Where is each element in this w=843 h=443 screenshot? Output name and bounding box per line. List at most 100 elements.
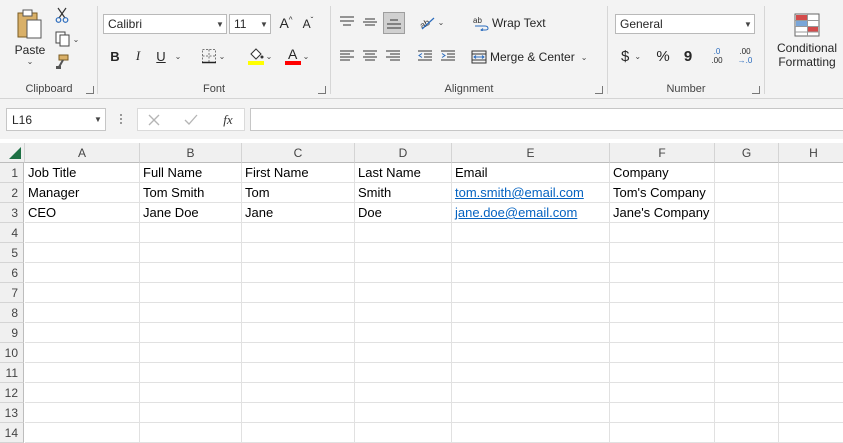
cell-b4[interactable] (140, 223, 242, 243)
cell-d7[interactable] (355, 283, 452, 303)
cell-a2[interactable]: Manager (25, 183, 140, 203)
cell-g11[interactable] (715, 363, 779, 383)
cell-c11[interactable] (242, 363, 355, 383)
cell-a11[interactable] (25, 363, 140, 383)
cell-d14[interactable] (355, 423, 452, 443)
cell-f7[interactable] (610, 283, 715, 303)
cell-c2[interactable]: Tom (242, 183, 355, 203)
cell-f14[interactable] (610, 423, 715, 443)
cell-h9[interactable] (779, 323, 843, 343)
cell-d12[interactable] (355, 383, 452, 403)
cell-g8[interactable] (715, 303, 779, 323)
cell-b12[interactable] (140, 383, 242, 403)
cell-a13[interactable] (25, 403, 140, 423)
cell-b11[interactable] (140, 363, 242, 383)
cell-c10[interactable] (242, 343, 355, 363)
cell-a6[interactable] (25, 263, 140, 283)
cell-e8[interactable] (452, 303, 610, 323)
font-color-button[interactable]: A ⌄ (281, 44, 313, 68)
cell-d9[interactable] (355, 323, 452, 343)
cell-c3[interactable]: Jane (242, 203, 355, 223)
cell-f5[interactable] (610, 243, 715, 263)
cell-b8[interactable] (140, 303, 242, 323)
cell-g2[interactable] (715, 183, 779, 203)
cell-a8[interactable] (25, 303, 140, 323)
paste-button[interactable]: Paste ⌄ (10, 6, 50, 68)
cell-f12[interactable] (610, 383, 715, 403)
cell-h12[interactable] (779, 383, 843, 403)
font-dialog-launcher-icon[interactable] (318, 86, 326, 94)
decrease-decimal-button[interactable]: .00 →.0 (732, 44, 758, 68)
formula-bar-grip-icon[interactable] (120, 112, 123, 126)
cell-a14[interactable] (25, 423, 140, 443)
cell-a3[interactable]: CEO (25, 203, 140, 223)
cell-d6[interactable] (355, 263, 452, 283)
cut-button[interactable] (53, 6, 71, 24)
cell-g12[interactable] (715, 383, 779, 403)
underline-button[interactable]: U (151, 46, 171, 66)
cell-g14[interactable] (715, 423, 779, 443)
cell-a12[interactable] (25, 383, 140, 403)
percent-style-button[interactable]: % (653, 46, 673, 66)
cell-f13[interactable] (610, 403, 715, 423)
column-header-f[interactable]: F (610, 143, 715, 163)
cell-b10[interactable] (140, 343, 242, 363)
align-left-button[interactable] (337, 46, 357, 66)
cell-e9[interactable] (452, 323, 610, 343)
cell-c5[interactable] (242, 243, 355, 263)
cell-d3[interactable]: Doe (355, 203, 452, 223)
cell-c4[interactable] (242, 223, 355, 243)
cell-d4[interactable] (355, 223, 452, 243)
cell-a7[interactable] (25, 283, 140, 303)
font-name-select[interactable]: Calibri ▼ (103, 14, 227, 34)
decrease-font-size-button[interactable]: Aˇ (298, 13, 318, 33)
decrease-indent-button[interactable] (415, 46, 435, 66)
cell-c12[interactable] (242, 383, 355, 403)
comma-style-button[interactable]: 9 (680, 46, 696, 66)
number-dialog-launcher-icon[interactable] (752, 86, 760, 94)
font-size-select[interactable]: 11 ▼ (229, 14, 271, 34)
row-header-11[interactable]: 11 (0, 363, 24, 383)
cell-f4[interactable] (610, 223, 715, 243)
cell-g5[interactable] (715, 243, 779, 263)
increase-font-size-button[interactable]: A^ (276, 13, 296, 33)
row-header-14[interactable]: 14 (0, 423, 24, 443)
cell-f2[interactable]: Tom's Company (610, 183, 715, 203)
alignment-dialog-launcher-icon[interactable] (595, 86, 603, 94)
cell-h6[interactable] (779, 263, 843, 283)
cell-a9[interactable] (25, 323, 140, 343)
insert-function-button[interactable]: fx (217, 110, 239, 130)
cell-h10[interactable] (779, 343, 843, 363)
cell-b5[interactable] (140, 243, 242, 263)
cell-f8[interactable] (610, 303, 715, 323)
borders-button[interactable]: ⌄ (197, 46, 229, 66)
cell-e6[interactable] (452, 263, 610, 283)
cell-b9[interactable] (140, 323, 242, 343)
cell-b13[interactable] (140, 403, 242, 423)
cell-c6[interactable] (242, 263, 355, 283)
cell-e7[interactable] (452, 283, 610, 303)
cell-h2[interactable] (779, 183, 843, 203)
row-header-8[interactable]: 8 (0, 303, 24, 323)
cell-e12[interactable] (452, 383, 610, 403)
row-header-9[interactable]: 9 (0, 323, 24, 343)
cell-g4[interactable] (715, 223, 779, 243)
cell-a1[interactable]: Job Title (25, 163, 140, 183)
copy-button[interactable]: ⌄ (52, 30, 82, 48)
cancel-entry-button[interactable] (144, 110, 164, 130)
cell-d13[interactable] (355, 403, 452, 423)
row-header-10[interactable]: 10 (0, 343, 24, 363)
cell-f1[interactable]: Company (610, 163, 715, 183)
column-header-a[interactable]: A (25, 143, 140, 163)
bottom-align-button[interactable] (383, 12, 405, 34)
cell-f9[interactable] (610, 323, 715, 343)
cell-c7[interactable] (242, 283, 355, 303)
wrap-text-button[interactable]: ab Wrap Text (473, 12, 553, 34)
row-header-1[interactable]: 1 (0, 163, 24, 183)
cell-d8[interactable] (355, 303, 452, 323)
cell-h3[interactable] (779, 203, 843, 223)
clipboard-dialog-launcher-icon[interactable] (86, 86, 94, 94)
cell-d5[interactable] (355, 243, 452, 263)
confirm-entry-button[interactable] (181, 110, 201, 130)
increase-indent-button[interactable] (438, 46, 458, 66)
